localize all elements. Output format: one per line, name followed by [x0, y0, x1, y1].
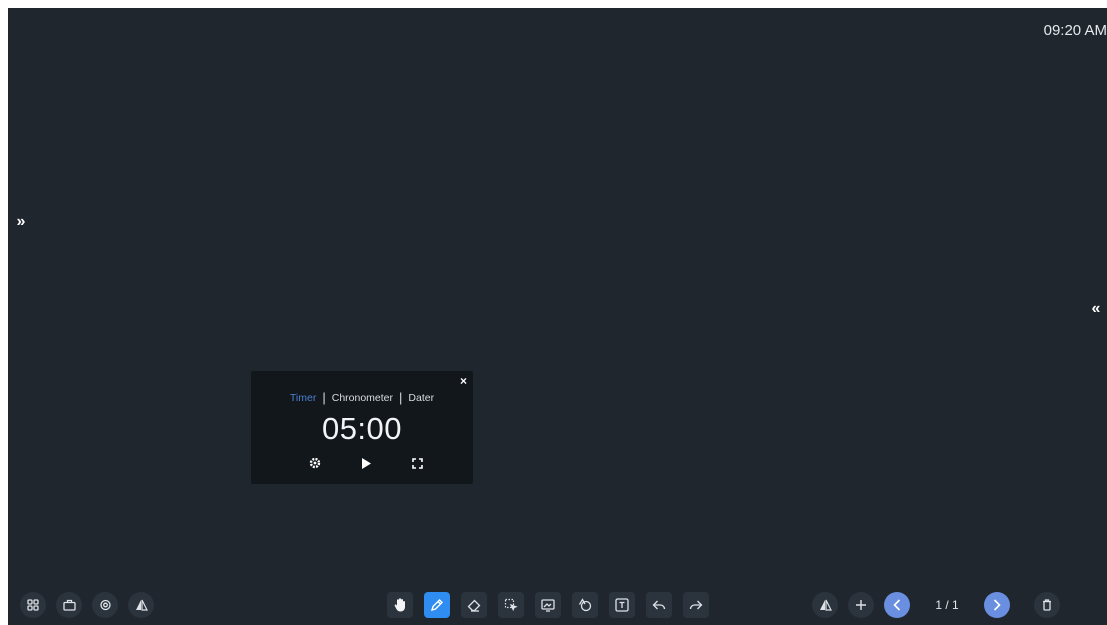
apps-icon[interactable]	[20, 592, 46, 618]
expand-right-button[interactable]: «	[1085, 298, 1107, 320]
delete-page-icon[interactable]	[1034, 592, 1060, 618]
screen-capture-icon[interactable]	[92, 592, 118, 618]
redo-icon[interactable]	[683, 592, 709, 618]
insert-image-icon[interactable]	[535, 592, 561, 618]
text-icon[interactable]	[609, 592, 635, 618]
whiteboard-canvas[interactable]: 09:20 AM » « × Timer | Chronometer | Dat…	[8, 8, 1107, 625]
tab-separator: |	[322, 390, 326, 405]
shapes-icon[interactable]	[572, 592, 598, 618]
tab-chronometer[interactable]: Chronometer	[332, 392, 393, 404]
select-icon[interactable]	[498, 592, 524, 618]
pen-icon[interactable]	[424, 592, 450, 618]
hand-icon[interactable]	[387, 592, 413, 618]
add-page-icon[interactable]	[848, 592, 874, 618]
close-icon[interactable]: ×	[460, 374, 467, 388]
drawing-toolbar	[387, 592, 709, 618]
tab-separator: |	[399, 390, 403, 405]
toolbox-icon[interactable]	[56, 592, 82, 618]
expand-left-button[interactable]: »	[10, 211, 32, 233]
eraser-icon[interactable]	[461, 592, 487, 618]
gear-icon[interactable]	[307, 455, 323, 471]
page-toolbar: 1 / 1	[812, 592, 1060, 618]
mirror-icon[interactable]	[812, 592, 838, 618]
timer-controls	[307, 455, 425, 471]
undo-icon[interactable]	[646, 592, 672, 618]
tab-timer[interactable]: Timer	[290, 392, 316, 404]
timer-tabs: Timer | Chronometer | Dater	[251, 390, 473, 405]
prev-page-icon[interactable]	[884, 592, 910, 618]
bottom-left-toolbar	[20, 592, 154, 618]
split-screen-icon[interactable]	[128, 592, 154, 618]
next-page-icon[interactable]	[984, 592, 1010, 618]
clock: 09:20 AM	[1043, 22, 1107, 39]
timer-widget: × Timer | Chronometer | Dater 05:00	[251, 371, 473, 484]
fullscreen-icon[interactable]	[409, 455, 425, 471]
timer-display: 05:00	[321, 411, 403, 446]
page-indicator: 1 / 1	[935, 598, 959, 612]
play-icon[interactable]	[358, 455, 374, 471]
tab-dater[interactable]: Dater	[408, 392, 434, 404]
